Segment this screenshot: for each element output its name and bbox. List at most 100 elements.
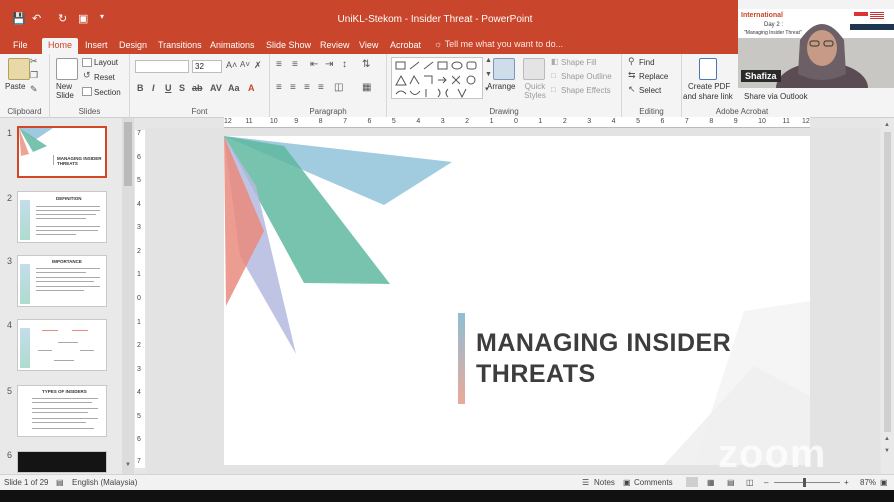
decrease-indent-icon[interactable]: ⇤ [310, 59, 318, 70]
save-icon[interactable]: 💾 [12, 12, 26, 26]
language-indicator[interactable]: English (Malaysia) [72, 478, 137, 487]
zoom-out-icon[interactable]: – [764, 478, 768, 487]
thumbnail-scroll-thumb[interactable] [124, 122, 132, 186]
tab-design[interactable]: Design [117, 38, 149, 54]
slide-thumbnail-4[interactable] [17, 319, 107, 371]
tab-animations[interactable]: Animations [208, 38, 257, 54]
shadow-icon[interactable]: S [179, 83, 185, 93]
line-spacing-icon[interactable]: ↕ [342, 59, 347, 70]
tab-home[interactable]: Home [42, 38, 79, 54]
font-color-icon[interactable]: A [248, 83, 255, 93]
shape-fill-button[interactable]: Shape Fill [561, 58, 597, 67]
bold-icon[interactable]: B [137, 83, 144, 93]
quick-styles-icon[interactable] [523, 58, 545, 80]
scroll-down-icon[interactable]: ▼ [125, 462, 131, 468]
shapes-gallery[interactable] [391, 57, 483, 99]
underline-icon[interactable]: U [165, 83, 172, 93]
reset-button[interactable]: Reset [94, 73, 115, 82]
format-painter-icon[interactable]: ✎ [30, 84, 38, 95]
text-direction-icon[interactable]: ⇅ [362, 59, 370, 70]
tab-acrobat[interactable]: Acrobat [388, 38, 423, 54]
new-slide-button[interactable]: New Slide [56, 82, 82, 100]
share-outlook-button[interactable]: Share via Outlook [744, 92, 808, 101]
slide-thumbnail-6[interactable] [17, 451, 107, 473]
tab-slide-show[interactable]: Slide Show [264, 38, 313, 54]
align-center-icon[interactable]: ≡ [290, 82, 296, 93]
thumbnail-scrollbar[interactable]: ▼ [122, 118, 134, 474]
shape-outline-button[interactable]: Shape Outline [561, 72, 612, 81]
zoom-slider[interactable] [774, 482, 840, 483]
clear-format-icon[interactable]: ✗ [254, 60, 262, 71]
slide-thumbnail-2[interactable]: DEFINITION [17, 191, 107, 243]
undo-icon[interactable]: ↶ [32, 12, 41, 26]
new-slide-icon[interactable] [56, 58, 78, 80]
spell-check-icon[interactable]: ▤ [56, 478, 64, 487]
redo-icon[interactable]: ↻ [58, 12, 67, 26]
slide-scroll-thumb[interactable] [884, 132, 891, 432]
zoom-slider-thumb[interactable] [803, 478, 806, 487]
decrease-font-icon[interactable]: A˅ [240, 60, 250, 69]
paste-button[interactable]: Paste [5, 82, 25, 91]
tab-view[interactable]: View [357, 38, 380, 54]
font-size-input[interactable]: 32 [192, 60, 222, 73]
gallery-up-icon[interactable]: ▲ [485, 57, 492, 64]
slide-show-icon[interactable]: ◫ [746, 478, 754, 487]
quick-styles-button[interactable]: Quick Styles [521, 82, 549, 100]
change-case-icon[interactable]: Aa [228, 83, 240, 93]
slide-sorter-icon[interactable]: ▦ [707, 478, 715, 487]
customize-quick-access-icon[interactable]: ▾ [100, 12, 104, 26]
italic-icon[interactable]: I [152, 83, 155, 93]
fit-to-window-icon[interactable]: ▣ [880, 478, 888, 487]
tab-review[interactable]: Review [318, 38, 352, 54]
tab-transitions[interactable]: Transitions [156, 38, 204, 54]
thumbnail-number: 6 [7, 450, 13, 460]
normal-view-icon[interactable] [686, 477, 698, 487]
find-button[interactable]: Find [639, 58, 655, 67]
shape-effects-button[interactable]: Shape Effects [561, 86, 611, 95]
comments-icon: ▣ [623, 478, 631, 487]
tab-insert[interactable]: Insert [83, 38, 110, 54]
zoom-level[interactable]: 87% [860, 478, 876, 487]
gallery-down-icon[interactable]: ▼ [485, 71, 492, 78]
slide-thumbnail-1[interactable]: MANAGING INSIDER THREATS [17, 126, 107, 178]
numbering-icon[interactable]: ≡ [292, 59, 298, 70]
copy-icon[interactable]: ❐ [30, 70, 38, 81]
align-right-icon[interactable]: ≡ [304, 82, 310, 93]
comments-button[interactable]: Comments [634, 478, 673, 487]
slide-title[interactable]: MANAGING INSIDER THREATS [476, 328, 776, 390]
increase-indent-icon[interactable]: ⇥ [325, 59, 333, 70]
scroll-up-icon[interactable]: ▲ [884, 122, 890, 128]
section-button[interactable]: Section [94, 88, 121, 97]
reading-view-icon[interactable]: ▤ [727, 478, 735, 487]
notes-button[interactable]: Notes [594, 478, 615, 487]
share-link-button[interactable]: and share link [683, 92, 733, 101]
arrange-button[interactable]: Arrange [487, 82, 515, 91]
justify-icon[interactable]: ≡ [318, 82, 324, 93]
paste-icon[interactable] [8, 58, 30, 80]
layout-button[interactable]: Layout [94, 58, 118, 67]
font-name-input[interactable] [135, 60, 189, 73]
strikethrough-icon[interactable]: ab [192, 83, 203, 93]
select-button[interactable]: Select [639, 86, 661, 95]
previous-slide-icon[interactable]: ▲ [884, 436, 890, 442]
increase-font-icon[interactable]: A˄ [226, 60, 237, 70]
zoom-in-icon[interactable]: + [844, 478, 849, 487]
presentation-icon[interactable]: ▣ [78, 12, 88, 26]
cut-icon[interactable]: ✂ [30, 56, 38, 67]
create-pdf-icon[interactable] [699, 58, 717, 80]
current-slide[interactable] [224, 136, 810, 465]
slide-thumbnail-3[interactable]: IMPORTANCE [17, 255, 107, 307]
arrange-icon[interactable] [493, 58, 515, 80]
replace-button[interactable]: Replace [639, 72, 668, 81]
tell-me-search[interactable]: ☼ Tell me what you want to do... [434, 39, 563, 49]
slide-thumbnail-5[interactable]: TYPES OF INSIDERS [17, 385, 107, 437]
columns-icon[interactable]: ◫ [334, 82, 343, 93]
slide-scrollbar[interactable]: ▲ ▲ ▼ [881, 118, 894, 474]
tab-file[interactable]: File [11, 38, 30, 54]
char-spacing-icon[interactable]: AV [210, 83, 222, 93]
smartart-icon[interactable]: ▦ [362, 82, 371, 93]
next-slide-icon[interactable]: ▼ [884, 448, 890, 454]
align-left-icon[interactable]: ≡ [276, 82, 282, 93]
create-pdf-button[interactable]: Create PDF [688, 82, 730, 91]
bullets-icon[interactable]: ≡ [276, 59, 282, 70]
